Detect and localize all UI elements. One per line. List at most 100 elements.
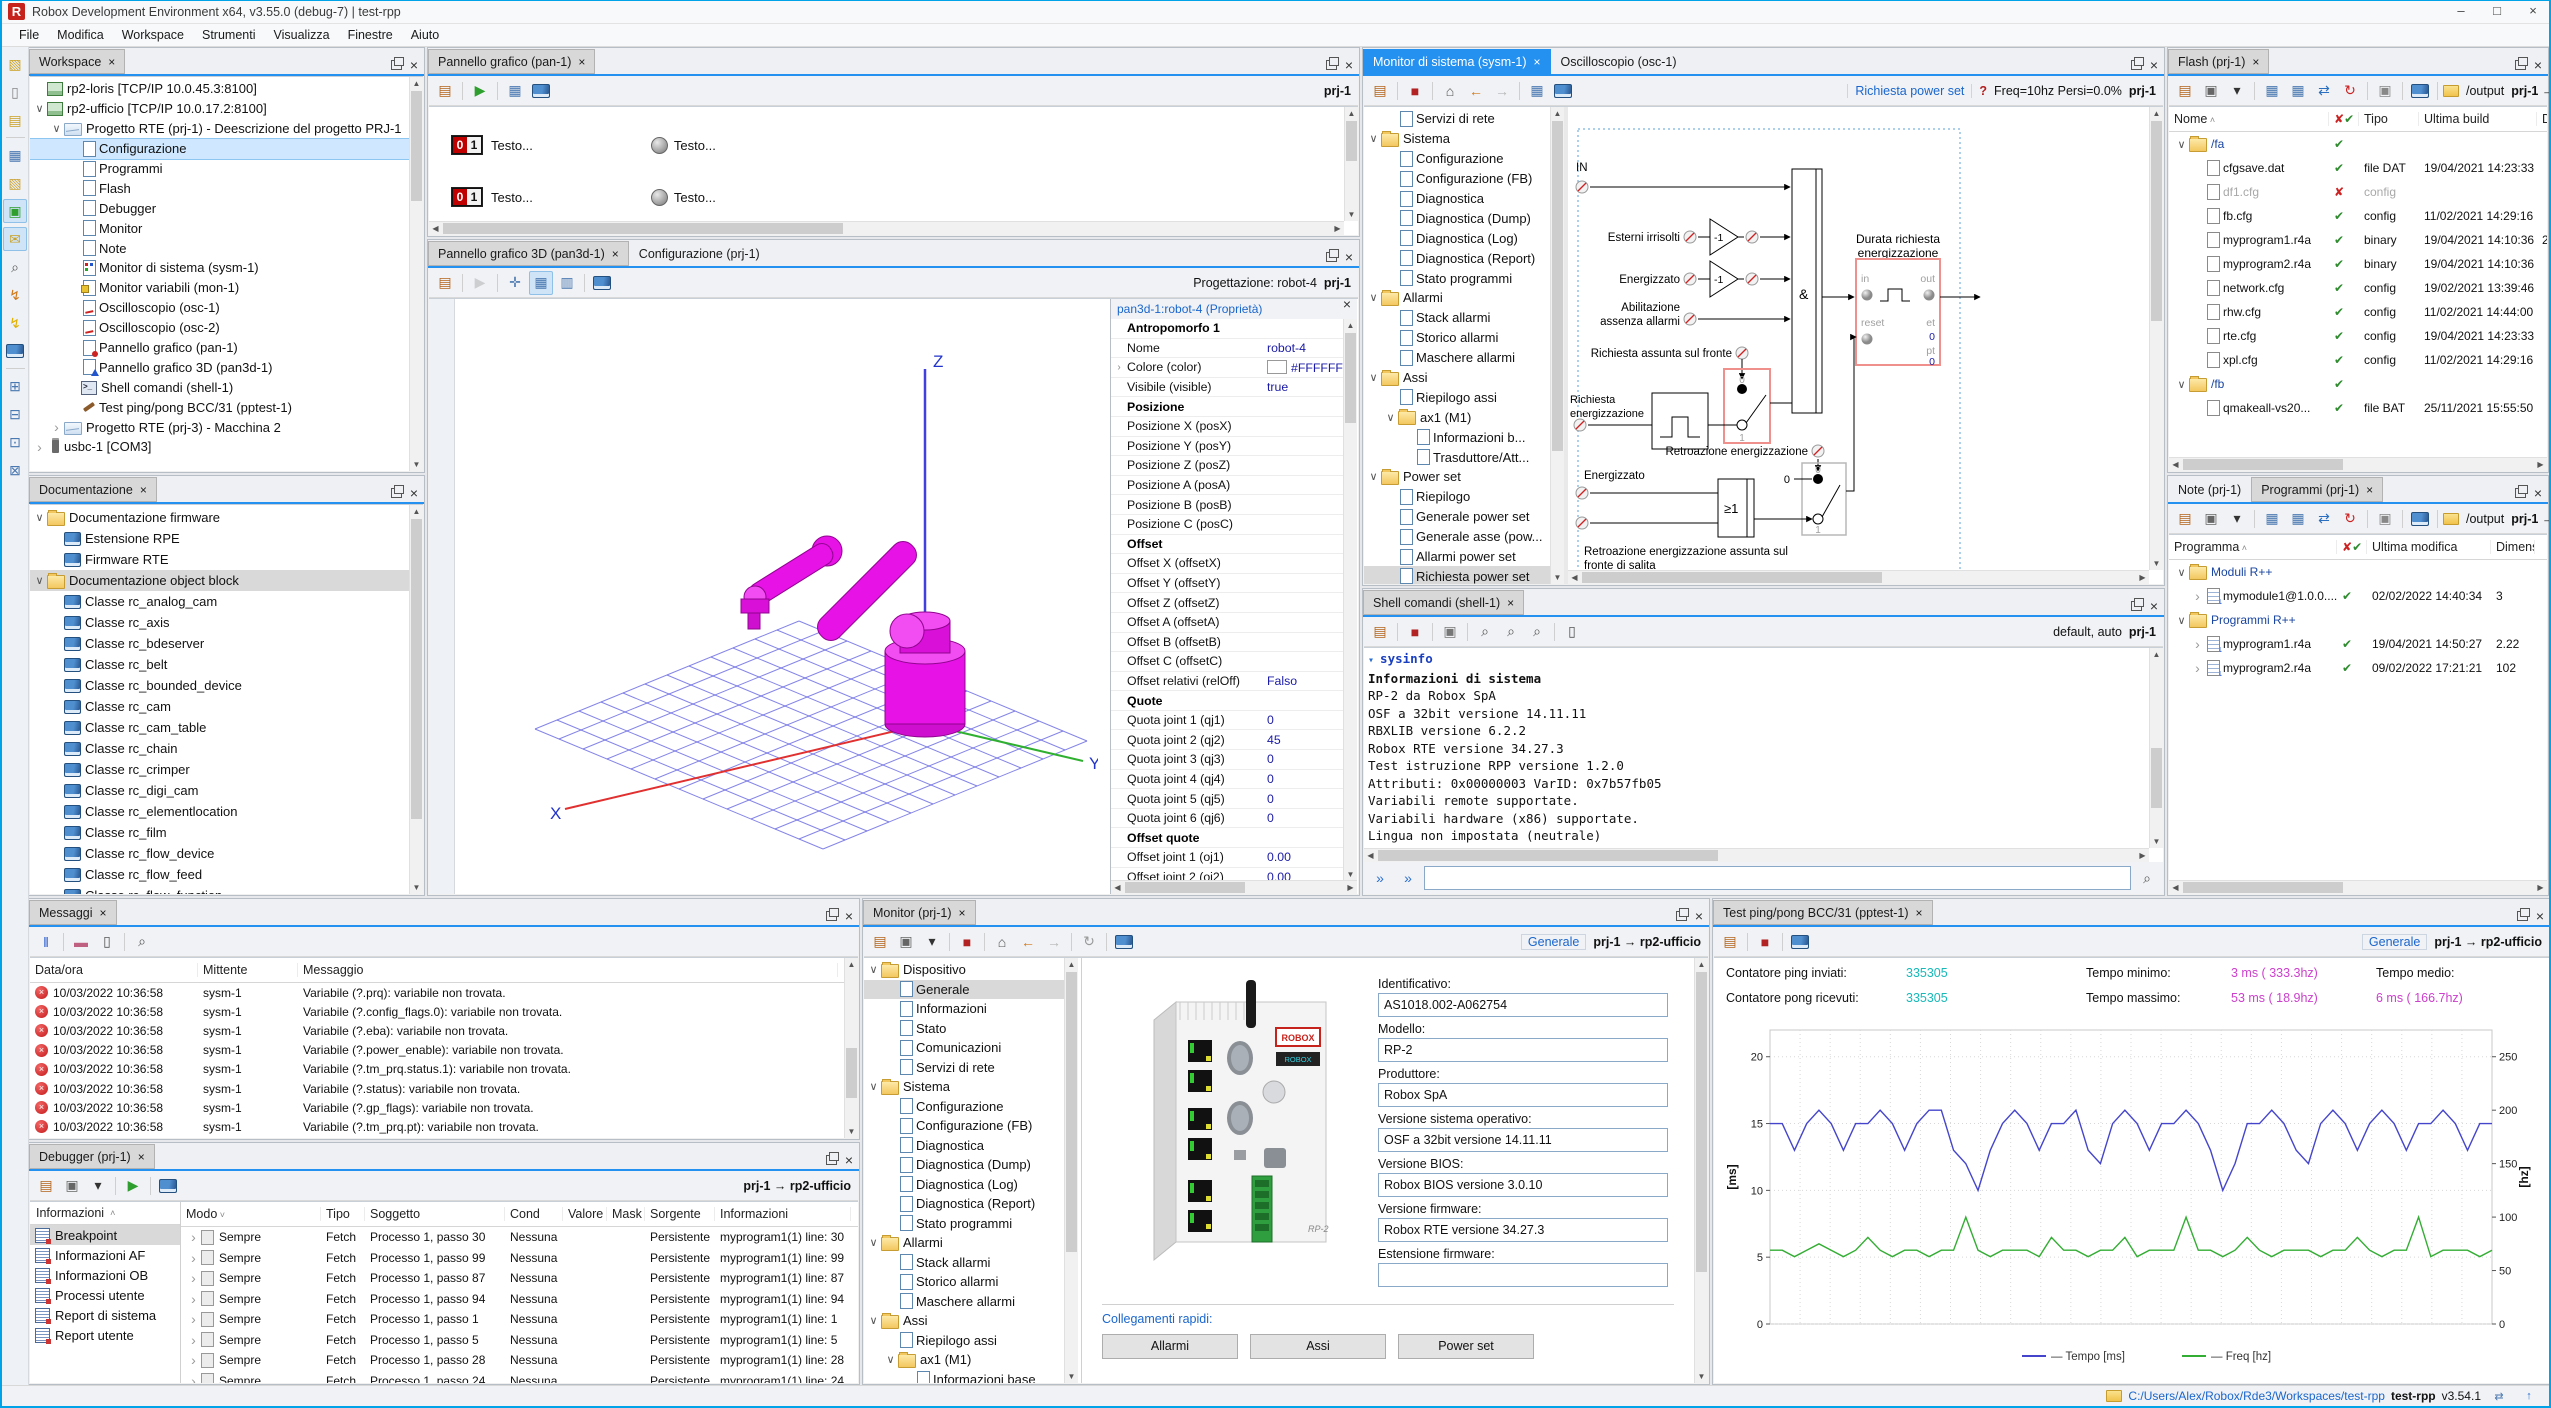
column-header[interactable]: Cond xyxy=(505,1207,563,1221)
run-icon[interactable]: ▶ xyxy=(121,1174,145,1198)
tree-item[interactable]: Classe rc_cam_table xyxy=(30,717,409,738)
shell-output[interactable]: sysinfoInformazioni di sistemaRP-2 da Ro… xyxy=(1368,650,2149,848)
properties-icon[interactable]: ▤ xyxy=(433,79,457,103)
window-dock-down-icon[interactable]: ⊞ xyxy=(3,374,27,398)
build-all-icon[interactable]: ▦ xyxy=(2260,79,2284,103)
hand-icon[interactable]: ▣ xyxy=(2373,507,2397,531)
twisty-icon[interactable]: ∨ xyxy=(32,574,47,587)
select-icon[interactable]: ▦ xyxy=(529,271,553,295)
properties-icon[interactable]: ▤ xyxy=(2173,507,2197,531)
tab-pan1[interactable]: Pannello grafico (pan-1)× xyxy=(428,49,595,74)
table-row[interactable]: fb.cfg✔config11/02/2021 14:29:16 xyxy=(2169,204,2547,228)
close-icon[interactable]: × xyxy=(410,60,418,70)
tab-shell[interactable]: Shell comandi (shell-1)× xyxy=(1363,590,1524,615)
tree-item[interactable]: Estensione RPE xyxy=(30,528,409,549)
tree-item[interactable]: Shell comandi (shell-1) xyxy=(30,377,409,397)
build-sel-icon[interactable]: ▦ xyxy=(2286,507,2310,531)
tree-item[interactable]: Diagnostica (Log) xyxy=(864,1175,1064,1195)
tab-documentazione[interactable]: Documentazione× xyxy=(29,477,157,502)
menu-workspace[interactable]: Workspace xyxy=(113,28,193,42)
properties-icon[interactable]: ▤ xyxy=(1718,930,1742,954)
column-header[interactable]: Programma ˄ xyxy=(2169,540,2337,554)
scrollbar[interactable]: ◀▶ xyxy=(1568,570,2149,584)
mail-icon[interactable]: ✉ xyxy=(3,227,27,251)
scrollbar[interactable]: ▲▼ xyxy=(2149,648,2163,848)
close-icon[interactable]: × xyxy=(138,1150,145,1164)
sidebar-item-report-di-sistema[interactable]: Report di sistema xyxy=(30,1305,180,1325)
property-row[interactable]: Posizione xyxy=(1111,397,1343,417)
property-row[interactable]: Quota joint 1 (qj1)0 xyxy=(1111,711,1343,731)
tree-item[interactable]: Oscilloscopio (osc-1) xyxy=(30,298,409,318)
tree-item[interactable]: ∨Documentazione firmware xyxy=(30,507,409,528)
tree-item[interactable]: ∨Assi xyxy=(1364,368,1550,388)
run-icon[interactable]: ▶ xyxy=(468,271,492,295)
tab-messaggi[interactable]: Messaggi× xyxy=(29,900,117,925)
table-row[interactable]: qmakeall-vs20...✔file BAT25/11/2021 15:5… xyxy=(2169,396,2547,420)
expand-gutter[interactable]: › xyxy=(1111,362,1127,373)
quick-button-allarmi[interactable]: Allarmi xyxy=(1102,1334,1238,1359)
tree-item[interactable]: Firmware RTE xyxy=(30,549,409,570)
package-icon[interactable]: ▧ xyxy=(3,52,27,76)
close-icon[interactable]: × xyxy=(959,906,966,920)
breakpoint-row[interactable]: ›SempreFetchProcesso 1, passo 94NessunaP… xyxy=(181,1289,858,1310)
close-icon[interactable]: × xyxy=(1343,299,1351,319)
tree-item[interactable]: Classe rc_axis xyxy=(30,612,409,633)
tree-item[interactable]: Classe rc_digi_cam xyxy=(30,780,409,801)
tree-item[interactable]: Configurazione xyxy=(864,1097,1064,1117)
close-icon[interactable]: × xyxy=(2366,483,2373,497)
twisty-icon[interactable]: › xyxy=(186,1294,201,1304)
tree-item[interactable]: Stack allarmi xyxy=(1364,308,1550,328)
book-icon[interactable] xyxy=(1551,79,1575,103)
twisty-icon[interactable]: › xyxy=(186,1273,201,1283)
scrollbar[interactable]: ▲▼ xyxy=(409,505,423,894)
digital-indicator[interactable]: 01 xyxy=(451,135,483,155)
property-row[interactable]: Offset B (offsetB) xyxy=(1111,633,1343,653)
properties-icon[interactable]: ▤ xyxy=(1368,79,1392,103)
tree-item[interactable]: Oscilloscopio (osc-2) xyxy=(30,318,409,338)
copy-page-icon[interactable]: ▯ xyxy=(1560,620,1584,644)
close-icon[interactable]: × xyxy=(2534,60,2542,70)
book-icon[interactable] xyxy=(156,1174,180,1198)
twisty-icon[interactable]: ∨ xyxy=(49,122,64,135)
scrollbar[interactable]: ◀▶ xyxy=(2169,457,2547,471)
twisty-icon[interactable]: › xyxy=(186,1335,201,1345)
close-icon[interactable]: × xyxy=(578,55,585,69)
property-row[interactable]: ›Colore (color)#FFFFFF xyxy=(1111,358,1343,378)
open-folder-icon[interactable]: ▧ xyxy=(3,171,27,195)
scrollbar[interactable]: ▲▼ xyxy=(1344,107,1358,221)
tree-item[interactable]: Configurazione xyxy=(1364,149,1550,169)
twisty-icon[interactable]: › xyxy=(186,1314,201,1324)
field-value[interactable]: Robox RTE versione 34.27.3 xyxy=(1378,1218,1668,1242)
dropdown-icon[interactable]: ▾ xyxy=(86,1174,110,1198)
table-row[interactable]: cfgsave.dat✔file DAT19/04/2021 14:23:33 xyxy=(2169,156,2547,180)
tree-item[interactable]: Classe rc_crimper xyxy=(30,759,409,780)
tree-item[interactable]: ∨Sistema xyxy=(1364,129,1550,149)
tab-debugger[interactable]: Debugger (prj-1)× xyxy=(29,1144,155,1169)
stop-icon[interactable]: ■ xyxy=(955,930,979,954)
close-icon[interactable]: × xyxy=(845,1155,853,1165)
properties-icon[interactable]: ▤ xyxy=(433,271,457,295)
tab-pptest[interactable]: Test ping/pong BCC/31 (pptest-1)× xyxy=(1713,900,1933,925)
breakpoint-row[interactable]: ›SempreFetchProcesso 1, passo 24NessunaP… xyxy=(181,1371,858,1384)
property-row[interactable]: Offset A (offsetA) xyxy=(1111,613,1343,633)
hand-icon[interactable]: ▣ xyxy=(2373,79,2397,103)
twisty-icon[interactable]: ∨ xyxy=(1383,411,1398,424)
move-icon[interactable]: ✛ xyxy=(503,271,527,295)
dock-icon[interactable] xyxy=(826,911,837,921)
column-header[interactable]: Valore xyxy=(563,1207,607,1221)
home-icon[interactable]: ⌂ xyxy=(990,930,1014,954)
breakpoint-row[interactable]: ›SempreFetchProcesso 1, passo 28NessunaP… xyxy=(181,1350,858,1371)
property-row[interactable]: Quota joint 4 (qj4)0 xyxy=(1111,770,1343,790)
run-history-icon[interactable]: » xyxy=(1368,866,1392,890)
back-icon[interactable]: ← xyxy=(1016,930,1040,954)
book-icon[interactable] xyxy=(590,271,614,295)
tree-item[interactable]: ›usbc-1 [COM3] xyxy=(30,437,409,457)
scrollbar[interactable]: ▲▼ xyxy=(844,958,858,1138)
tree-item[interactable]: Stato programmi xyxy=(1364,268,1550,288)
table-row[interactable]: ›mymodule1@1.0.0....✔02/02/2022 14:40:34… xyxy=(2169,584,2547,608)
property-row[interactable]: Quota joint 6 (qj6)0 xyxy=(1111,809,1343,829)
tree-item[interactable]: Diagnostica (Log) xyxy=(1364,228,1550,248)
open-file-icon[interactable]: ▤ xyxy=(3,108,27,132)
property-row[interactable]: Offset Y (offsetY) xyxy=(1111,574,1343,594)
close-icon[interactable]: × xyxy=(1507,596,1514,610)
